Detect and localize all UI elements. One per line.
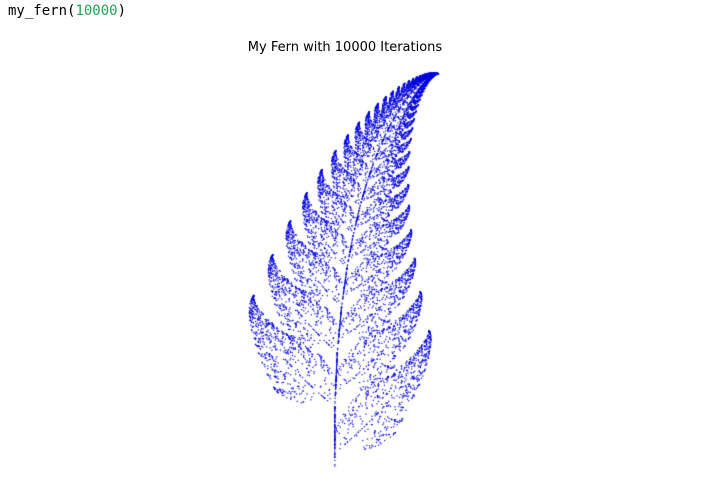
close-paren: ) <box>117 3 127 19</box>
plot-title: My Fern with 10000 Iterations <box>247 40 443 55</box>
function-name: my_fern <box>8 3 68 19</box>
argument-number: 10000 <box>75 3 118 19</box>
fern-figure: My Fern with 10000 Iterations <box>0 30 725 495</box>
fern-scatter-plot <box>0 30 725 495</box>
code-input-line[interactable]: my_fern(10000) <box>8 2 126 20</box>
